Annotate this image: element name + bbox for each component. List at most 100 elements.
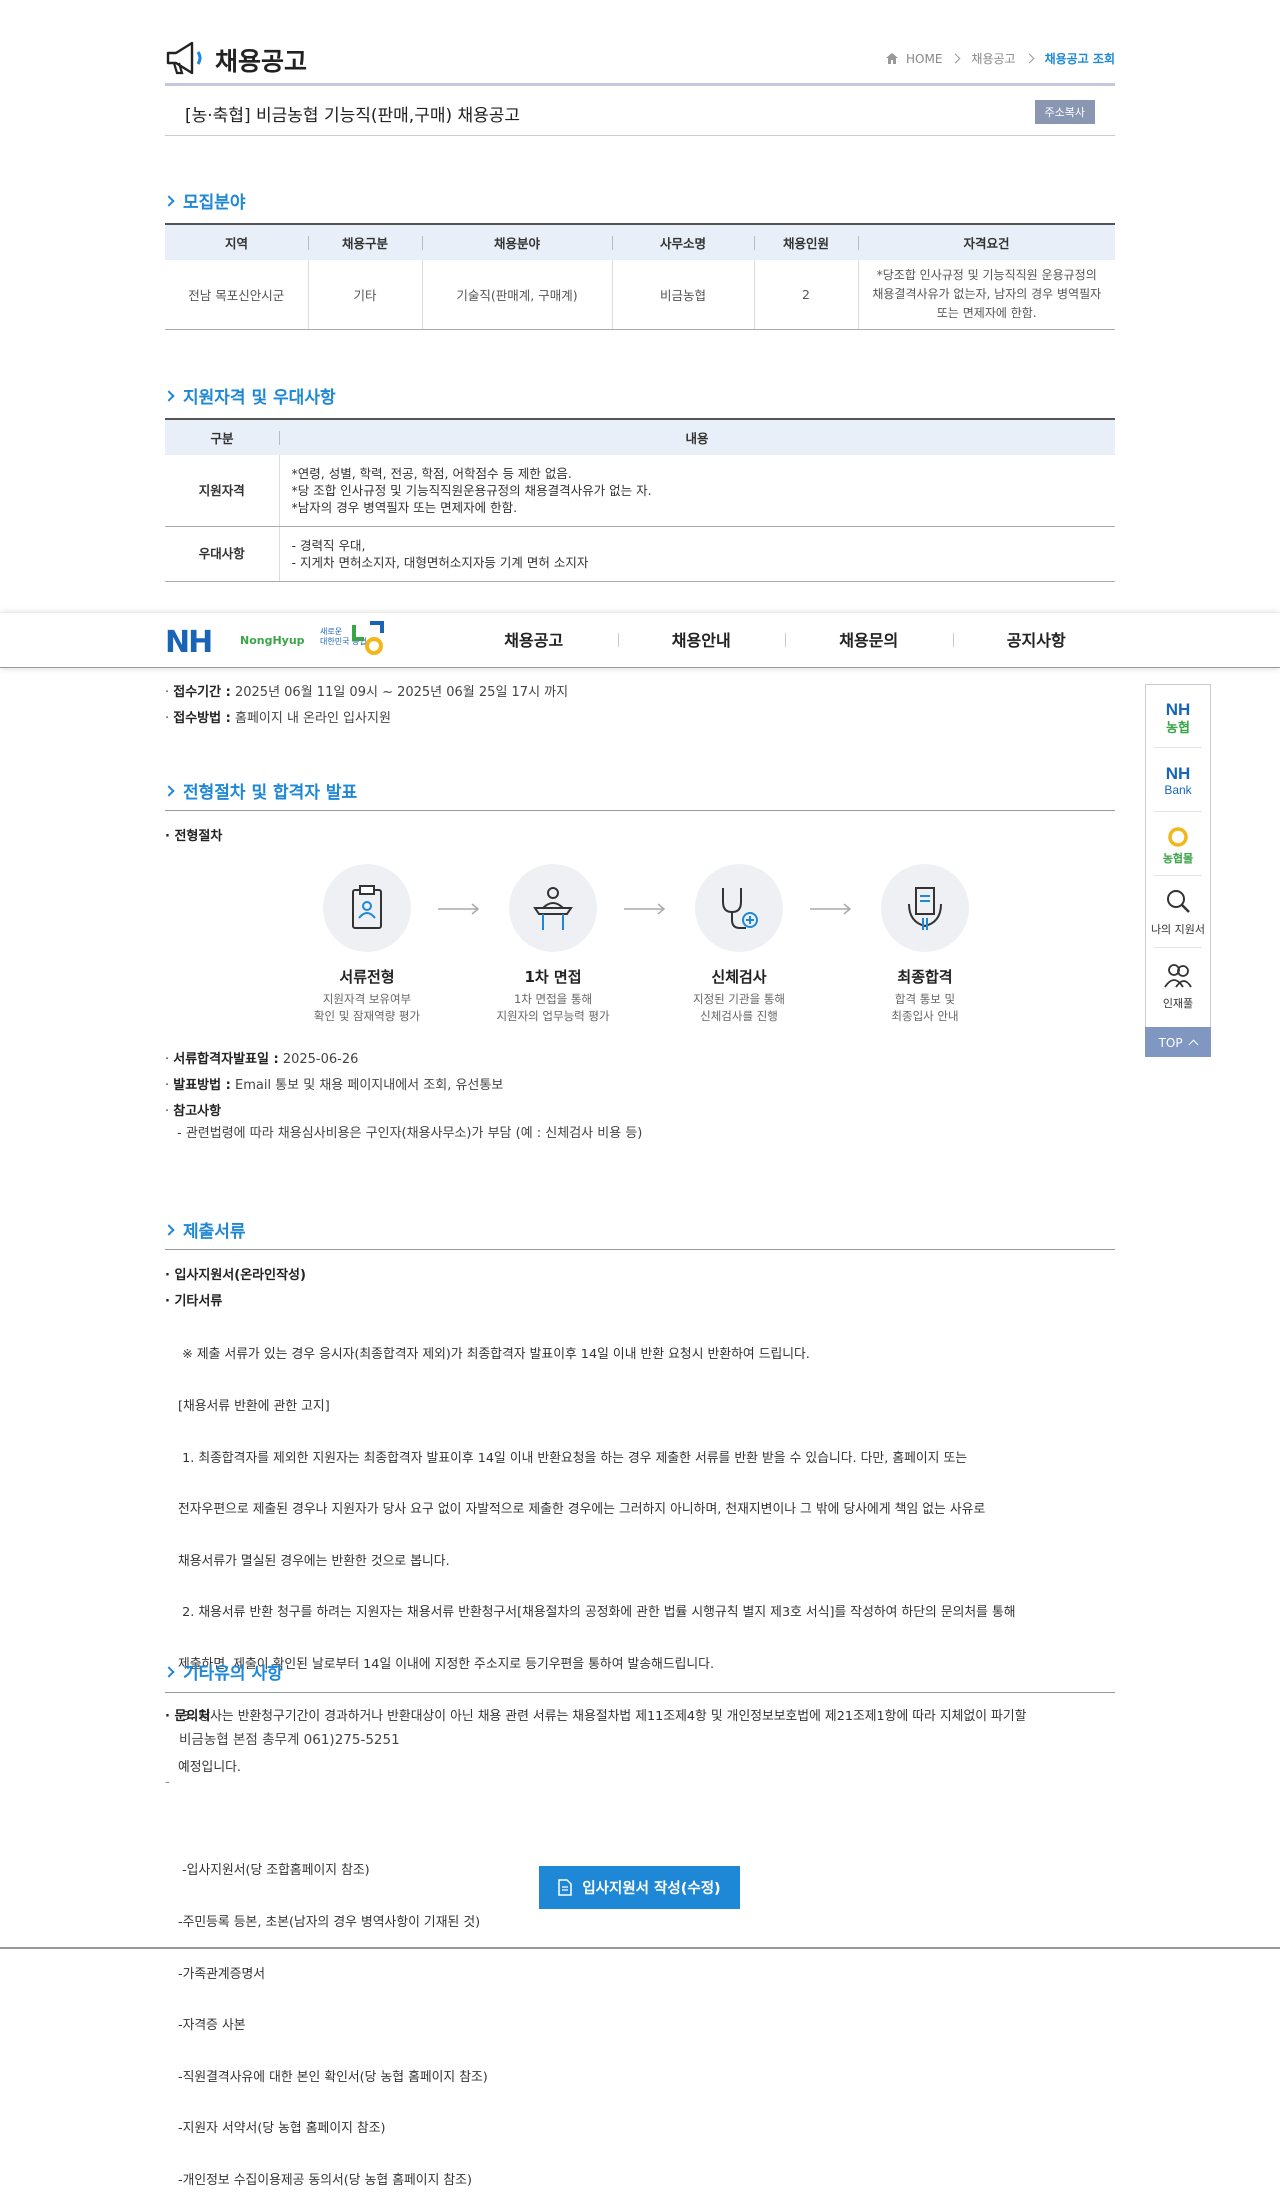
job-title-bar: [농·축협] 비금농협 기능직(판매,구매) 채용공고 주소복사 <box>165 88 1115 136</box>
nh-nonghyup-icon: NH 농협 <box>1166 700 1191 736</box>
section-divider <box>165 1249 1115 1250</box>
table-header: 구분 <box>165 418 279 455</box>
copy-url-button[interactable]: 주소복사 <box>1034 100 1095 124</box>
row-label: 지원자격 <box>165 455 279 527</box>
nav-item-inquiry[interactable]: 채용문의 <box>785 613 953 668</box>
row-content: *연령, 성별, 학력, 전공, 학점, 어학점수 등 제한 없음. *당 조합… <box>278 455 1115 527</box>
step-title: 1차 면접 <box>524 968 582 986</box>
section-title-recruit: 모집분야 <box>163 188 246 213</box>
chevron-right-icon <box>1024 53 1035 64</box>
doc-details: ※ 제출 서류가 있는 경우 응시자(최종합격자 제외)가 최종합격자 발표이후… <box>178 1347 1027 2188</box>
contact-label: · 문의처 <box>165 1709 211 1724</box>
step-title: 신체검사 <box>711 968 767 986</box>
chevron-right-icon <box>163 1223 175 1236</box>
svg-text:NH: NH <box>1166 764 1191 783</box>
process-step-medical: 신체검사 지정된 기관을 통해 신체검사를 진행 <box>664 864 814 1025</box>
breadcrumb-home[interactable]: HOME <box>906 52 942 66</box>
cell-count: 2 <box>753 260 858 330</box>
section-title-documents: 제출서류 <box>163 1217 246 1242</box>
quick-nonghyup-mall[interactable]: 농협몰 <box>1146 825 1210 869</box>
section-title-etc: 기타유의 사항 <box>163 1659 283 1684</box>
step-desc: 지정된 기관을 통해 신체검사를 진행 <box>693 992 785 1023</box>
doc-other-label: · 기타서류 <box>165 1294 223 1309</box>
section-title-process: 전형절차 및 합격자 발표 <box>163 778 357 803</box>
nh-logo[interactable]: NH <box>165 625 213 660</box>
process-step-document: 서류전형 지원자격 보유여부 확인 및 잠재역량 평가 <box>292 864 442 1025</box>
eligibility-table: 구분 내용 지원자격 *연령, 성별, 학력, 전공, 학점, 어학점수 등 제… <box>165 418 1115 582</box>
table-header: 채용분야 <box>422 223 612 260</box>
step-title: 최종합격 <box>897 968 953 986</box>
table-row: 지원자격 *연령, 성별, 학력, 전공, 학점, 어학점수 등 제한 없음. … <box>165 455 1115 527</box>
table-header: 자격요건 <box>858 223 1115 260</box>
people-icon <box>1164 964 1192 988</box>
table-row: 전남 목포신안시군 기타 기술직(판매계, 구매계) 비금농협 2 *당조합 인… <box>165 260 1115 330</box>
apply-form-button[interactable]: 입사지원서 작성(수정) <box>539 1866 740 1909</box>
section-divider <box>165 1692 1115 1693</box>
document-icon <box>558 1879 573 1896</box>
nh-bank-icon: NH Bank <box>1164 764 1192 797</box>
quick-nh-bank[interactable]: NH Bank <box>1146 763 1210 801</box>
job-title: [농·축협] 비금농협 기능직(판매,구매) 채용공고 <box>185 106 521 126</box>
table-row: 우대사항 - 경력직 우대, - 지게차 면허소지자, 대형면허소지자등 기계 … <box>165 526 1115 582</box>
step-desc: 합격 통보 및 최종입사 안내 <box>891 992 959 1023</box>
stethoscope-icon <box>722 888 758 929</box>
section-divider <box>165 810 1115 811</box>
nonghyup-symbol-icon <box>352 621 384 655</box>
step-desc: 1차 면접을 통해 지원자의 업무능력 평가 <box>496 992 610 1023</box>
nonghyup-mall-icon: 농협몰 <box>1163 827 1193 865</box>
quick-menu: NH 농협 NH Bank 농협몰 나의 지원서 인재풀 TOP <box>1145 684 1211 1057</box>
breadcrumb-current: 채용공고 조회 <box>1044 52 1115 66</box>
nav-menu: 채용공고 채용안내 채용문의 공지사항 <box>450 613 1120 668</box>
chevron-right-icon <box>163 194 175 207</box>
search-icon <box>1167 890 1190 913</box>
process-step-interview: 1차 면접 1차 면접을 통해 지원자의 업무능력 평가 <box>478 864 628 1025</box>
section-title-eligibility: 지원자격 및 우대사항 <box>163 383 336 408</box>
reception-method: · 접수방법 : 홈페이지 내 온라인 입사지원 <box>165 711 391 726</box>
nav-item-recruit[interactable]: 채용공고 <box>450 613 618 668</box>
arrow-right-icon <box>624 903 666 915</box>
table-header: 지역 <box>165 223 308 260</box>
quick-my-application[interactable]: 나의 지원서 <box>1146 887 1210 937</box>
svg-text:농협몰: 농협몰 <box>1163 851 1193 865</box>
recruit-table-wrap: 지역 채용구분 채용분야 사무소명 채용인원 자격요건 전남 목포신안시군 기타… <box>165 223 1115 330</box>
recruit-table: 지역 채용구분 채용분야 사무소명 채용인원 자격요건 전남 목포신안시군 기타… <box>165 223 1115 330</box>
chevron-right-icon <box>163 389 175 402</box>
doc-online-label: · 입사지원서(온라인작성) <box>165 1268 306 1283</box>
cell-region: 전남 목포신안시군 <box>165 260 308 330</box>
step-title: 서류전형 <box>339 968 395 986</box>
nh-logo-sub: NongHyup <box>240 634 305 647</box>
cell-type: 기타 <box>307 260 422 330</box>
note-label: · 참고사항 <box>165 1104 222 1119</box>
chevron-right-icon <box>950 53 961 64</box>
page-header: 채용공고 HOME 채용공고 채용공고 조회 <box>165 36 1115 86</box>
quick-nonghyup[interactable]: NH 농협 <box>1146 699 1210 739</box>
arrow-right-icon <box>438 903 480 915</box>
nav-item-guide[interactable]: 채용안내 <box>617 613 786 668</box>
cell-field: 기술직(판매계, 구매계) <box>421 260 612 330</box>
podium-speaker-icon <box>533 887 573 930</box>
reception-period: · 접수기간 : 2025년 06월 11일 09시 ~ 2025년 06월 2… <box>165 685 569 700</box>
note-value: - 관련법령에 따라 채용심사비용은 구인자(채용사무소)가 부담 (예 : 신… <box>177 1126 643 1141</box>
svg-text:NH: NH <box>1166 700 1191 719</box>
chevron-right-icon <box>163 784 175 797</box>
table-header: 채용인원 <box>754 223 858 260</box>
table-header: 사무소명 <box>612 223 754 260</box>
eligibility-table-wrap: 구분 내용 지원자격 *연령, 성별, 학력, 전공, 학점, 어학점수 등 제… <box>165 418 1115 582</box>
contact-value: 비금농협 본점 총무계 061)275-5251 <box>179 1732 400 1748</box>
certificate-laurel-icon <box>908 887 942 930</box>
cell-office: 비금농협 <box>611 260 754 330</box>
megaphone-icon <box>166 41 202 75</box>
breadcrumb-recruit[interactable]: 채용공고 <box>971 50 1015 67</box>
chevron-up-icon <box>1188 1039 1199 1050</box>
row-content: - 경력직 우대, - 지게차 면허소지자, 대형면허소지자등 기계 면허 소지… <box>278 526 1115 582</box>
main-navbar: NH NongHyup 새로운 대한민국 농협 채용공고 채용안내 채용문의 공… <box>0 613 1280 668</box>
table-header: 채용구분 <box>308 223 422 260</box>
step-desc: 지원자격 보유여부 확인 및 잠재역량 평가 <box>313 992 421 1023</box>
process-sub-label: · 전형절차 <box>165 829 223 844</box>
clipboard-icon <box>352 885 382 929</box>
quick-talent-pool[interactable]: 인재풀 <box>1146 961 1210 1011</box>
chevron-right-icon <box>163 1665 175 1678</box>
breadcrumb: HOME 채용공고 채용공고 조회 <box>886 50 1115 67</box>
nav-item-notice[interactable]: 공지사항 <box>952 613 1121 668</box>
scroll-top-button[interactable]: TOP <box>1145 1027 1211 1057</box>
